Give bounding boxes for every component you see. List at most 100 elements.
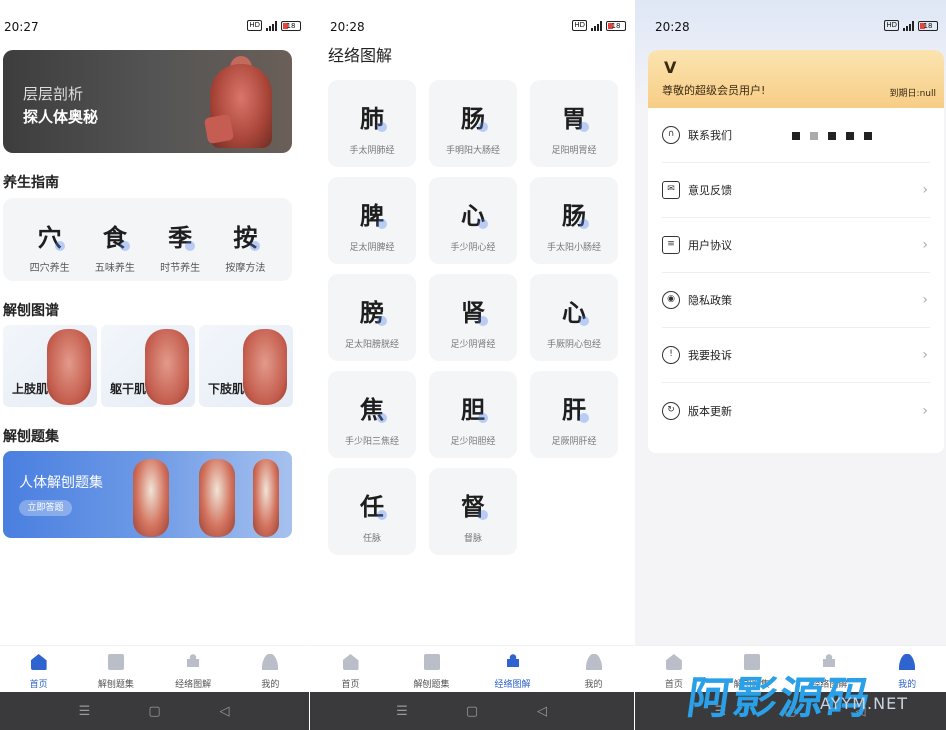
guide-char: 按 <box>233 218 261 253</box>
tab-home[interactable]: 首页 <box>0 646 77 692</box>
meridian-char: 焦 <box>360 390 387 425</box>
guide-item-acupoint[interactable]: 穴 四穴养生 <box>22 198 78 281</box>
menu-item-contact[interactable]: ∩ 联系我们 <box>662 108 930 163</box>
menu-item-privacy[interactable]: ◉ 隐私政策 › <box>662 273 930 328</box>
guide-item-season[interactable]: 季 时节养生 <box>152 198 208 281</box>
meridian-card[interactable]: 肾足少阴肾经 <box>429 274 517 361</box>
guide-item-massage[interactable]: 按 按摩方法 <box>217 198 273 281</box>
muscle-cube-image <box>203 113 235 145</box>
book-icon <box>423 654 440 670</box>
meridian-label: 督脉 <box>463 534 482 544</box>
meridian-card[interactable]: 任任脉 <box>328 468 416 555</box>
info-icon: ! <box>662 346 680 364</box>
meridian-card[interactable]: 焦手少阳三焦经 <box>328 371 416 458</box>
atlas-card-lower-limb[interactable]: 下肢肌 <box>199 325 293 407</box>
headset-icon: ∩ <box>662 126 680 144</box>
menu-item-complaint[interactable]: ! 我要投诉 › <box>662 328 930 383</box>
bottom-tabbar: 首页 解刨题集 经络图解 我的 <box>0 645 309 692</box>
status-bar: 20:27 HD 18 <box>4 18 301 36</box>
home-icon <box>665 654 682 670</box>
meridian-card[interactable]: 脾足太阴脾经 <box>328 177 416 264</box>
tab-label: 经络图解 <box>175 680 212 690</box>
quiz-banner[interactable]: 人体解刨题集 立即答题 <box>3 451 292 538</box>
tab-mine[interactable]: 我的 <box>868 646 946 692</box>
meridian-char: 脾 <box>360 196 387 231</box>
vip-card: V 尊敬的超级会员用户! 到期日:null <box>648 50 944 108</box>
home-nav-icon[interactable]: ▢ <box>148 704 162 719</box>
tab-mine[interactable]: 我的 <box>232 646 309 692</box>
atlas-label: 上肢肌 <box>12 382 49 396</box>
tab-home[interactable]: 首页 <box>310 646 391 692</box>
meridian-card[interactable]: 肝足厥阴肝经 <box>530 371 618 458</box>
section-title-guide: 养生指南 <box>3 175 59 191</box>
tab-mine[interactable]: 我的 <box>553 646 634 692</box>
guide-item-diet[interactable]: 食 五味养生 <box>87 198 143 281</box>
update-icon: ↻ <box>662 401 680 420</box>
chevron-right-icon: › <box>922 182 928 198</box>
home-icon <box>342 654 359 670</box>
meridian-card[interactable]: 胃足阳明胃经 <box>530 80 618 167</box>
meridian-char: 任 <box>360 487 387 522</box>
upper-limb-image <box>47 329 91 405</box>
tab-meridian[interactable]: 经络图解 <box>472 646 553 692</box>
meridian-card[interactable]: 膀足太阳膀胱经 <box>328 274 416 361</box>
watermark-url: AYYM.NET <box>820 694 908 713</box>
tab-quiz[interactable]: 解刨题集 <box>391 646 472 692</box>
settings-menu: ∩ 联系我们 ✉ 意见反馈 › ≡ 用户协议 › ◉ 隐私政策 › ! 我要投诉… <box>648 108 944 453</box>
status-indicators: HD 18 <box>247 20 301 31</box>
meridian-card[interactable]: 肺手太阴肺经 <box>328 80 416 167</box>
chevron-right-icon: › <box>922 402 928 419</box>
meridian-label: 手少阳三焦经 <box>344 437 399 447</box>
health-guide-card: 穴 四穴养生 食 五味养生 季 时节养生 按 按摩方法 <box>3 198 292 281</box>
back-nav-icon[interactable]: ◁ <box>218 704 232 719</box>
meridian-label: 任脉 <box>362 534 381 544</box>
menu-item-feedback[interactable]: ✉ 意见反馈 › <box>662 163 930 218</box>
meridian-label: 手太阳小肠经 <box>546 243 601 253</box>
menu-nav-icon[interactable]: ☰ <box>78 704 92 719</box>
section-title-quiz: 解刨题集 <box>3 429 59 445</box>
meridian-card[interactable]: 胆足少阳胆经 <box>429 371 517 458</box>
meridian-card[interactable]: 督督脉 <box>429 468 517 555</box>
home-icon <box>30 654 47 670</box>
user-icon <box>262 654 279 670</box>
contact-masked-value <box>792 132 872 140</box>
status-time: 20:27 <box>4 20 39 34</box>
hero-banner[interactable]: 层层剖析 探人体奥秘 <box>3 50 292 153</box>
system-nav-bar: ☰ ▢ ◁ <box>0 692 309 730</box>
home-nav-icon[interactable]: ▢ <box>465 704 479 719</box>
meridian-card[interactable]: 肠手太阳小肠经 <box>530 177 618 264</box>
atlas-card-trunk[interactable]: 躯干肌 <box>101 325 195 407</box>
meridian-char: 肠 <box>461 99 488 134</box>
bottom-tabbar: 首页 解刨题集 经络图解 我的 <box>310 645 634 692</box>
meridian-card[interactable]: 心手少阴心经 <box>429 177 517 264</box>
menu-nav-icon[interactable]: ☰ <box>395 704 409 719</box>
trunk-image <box>145 329 189 405</box>
menu-item-update[interactable]: ↻ 版本更新 › <box>662 383 930 438</box>
status-time: 20:28 <box>330 20 365 34</box>
menu-label: 联系我们 <box>688 129 732 142</box>
vip-message: 尊敬的超级会员用户! <box>662 84 766 97</box>
battery-icon: 18 <box>918 20 938 31</box>
meridian-char: 肺 <box>360 99 387 134</box>
home-screen: 20:27 HD 18 层层剖析 探人体奥秘 养生指南 穴 四穴养生 食 五味养… <box>0 0 309 730</box>
banner-line1: 层层剖析 <box>23 85 84 103</box>
atlas-card-upper-limb[interactable]: 上肢肌 <box>3 325 97 407</box>
meridian-char: 督 <box>461 487 488 522</box>
start-quiz-button[interactable]: 立即答题 <box>19 500 72 516</box>
battery-icon: 18 <box>281 20 301 31</box>
status-time: 20:28 <box>655 20 690 34</box>
back-nav-icon[interactable]: ◁ <box>535 704 549 719</box>
tab-meridian[interactable]: 经络图解 <box>155 646 232 692</box>
meridian-char: 肠 <box>562 196 589 231</box>
guide-char: 季 <box>168 218 196 253</box>
meridian-char: 胆 <box>461 390 488 425</box>
status-bar: 20:28 HD 18 <box>330 18 626 36</box>
tab-quiz[interactable]: 解刨题集 <box>77 646 154 692</box>
menu-item-agreement[interactable]: ≡ 用户协议 › <box>662 218 930 273</box>
menu-label: 用户协议 <box>688 239 732 252</box>
status-indicators: HD 18 <box>572 20 626 31</box>
guide-label: 时节养生 <box>160 263 201 274</box>
meridian-card[interactable]: 心手厥阴心包经 <box>530 274 618 361</box>
tab-label: 首页 <box>29 680 48 690</box>
meridian-card[interactable]: 肠手明阳大肠经 <box>429 80 517 167</box>
